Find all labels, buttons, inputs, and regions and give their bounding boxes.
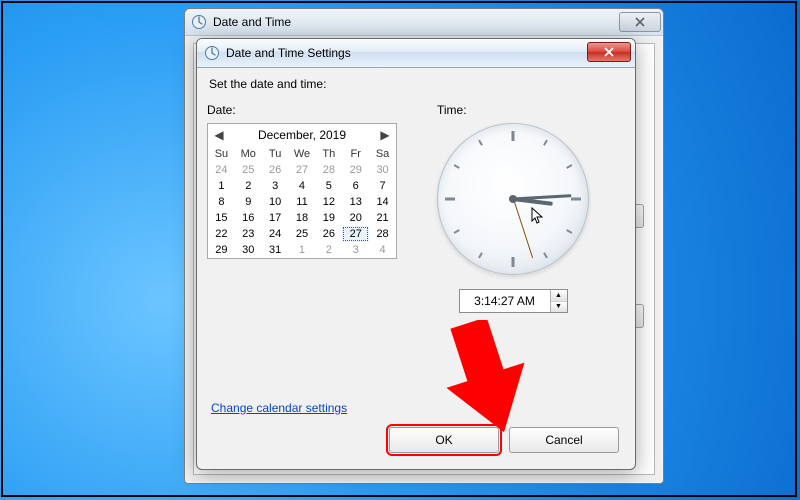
calendar-day[interactable]: 18 <box>289 210 316 226</box>
calendar-day: 27 <box>289 162 316 178</box>
calendar-day[interactable]: 27 <box>342 226 369 242</box>
cancel-button-label: Cancel <box>545 433 582 447</box>
calendar-day[interactable]: 6 <box>342 178 369 194</box>
dialog-button-row: OK Cancel <box>389 427 619 453</box>
analog-clock <box>437 123 589 275</box>
calendar-day[interactable]: 5 <box>315 178 342 194</box>
date-label: Date: <box>207 103 397 117</box>
window-title: Date and Time <box>213 15 291 29</box>
calendar-day[interactable]: 21 <box>369 210 396 226</box>
close-button[interactable] <box>587 42 631 62</box>
date-and-time-settings-dialog: Date and Time Settings Set the date and … <box>196 38 636 470</box>
calendar-day[interactable]: 29 <box>208 242 235 258</box>
calendar-day: 4 <box>369 242 396 258</box>
desktop-background: Date and Time Date and Time Settings Set… <box>0 0 800 500</box>
close-button[interactable] <box>619 12 661 32</box>
calendar-day[interactable]: 3 <box>262 178 289 194</box>
calendar-day: 26 <box>262 162 289 178</box>
calendar[interactable]: ◀ December, 2019 ▶ SuMoTuWeThFrSa2425262… <box>207 123 397 259</box>
calendar-day[interactable]: 22 <box>208 226 235 242</box>
calendar-dow: Tu <box>262 146 289 162</box>
calendar-grid: SuMoTuWeThFrSa24252627282930123456789101… <box>208 146 396 258</box>
calendar-dow: We <box>289 146 316 162</box>
calendar-day[interactable]: 19 <box>315 210 342 226</box>
calendar-day[interactable]: 26 <box>315 226 342 242</box>
calendar-day[interactable]: 28 <box>369 226 396 242</box>
calendar-day[interactable]: 8 <box>208 194 235 210</box>
time-label: Time: <box>437 103 589 117</box>
date-section: Date: ◀ December, 2019 ▶ SuMoTuWeThFrSa2… <box>207 103 397 313</box>
calendar-day[interactable]: 30 <box>235 242 262 258</box>
calendar-month-title[interactable]: December, 2019 <box>258 128 346 142</box>
calendar-dow: Th <box>315 146 342 162</box>
calendar-day[interactable]: 7 <box>369 178 396 194</box>
calendar-day: 24 <box>208 162 235 178</box>
calendar-day: 29 <box>342 162 369 178</box>
ok-button[interactable]: OK <box>389 427 499 453</box>
time-input[interactable] <box>460 290 550 312</box>
change-calendar-settings-link[interactable]: Change calendar settings <box>211 401 347 415</box>
calendar-dow: Sa <box>369 146 396 162</box>
calendar-day[interactable]: 20 <box>342 210 369 226</box>
datetime-icon <box>204 45 220 61</box>
calendar-dow: Fr <box>342 146 369 162</box>
instruction-text: Set the date and time: <box>209 77 625 91</box>
calendar-day[interactable]: 24 <box>262 226 289 242</box>
calendar-day: 30 <box>369 162 396 178</box>
calendar-day[interactable]: 14 <box>369 194 396 210</box>
calendar-day[interactable]: 12 <box>315 194 342 210</box>
calendar-day[interactable]: 16 <box>235 210 262 226</box>
calendar-day: 1 <box>289 242 316 258</box>
calendar-day[interactable]: 10 <box>262 194 289 210</box>
calendar-day[interactable]: 11 <box>289 194 316 210</box>
calendar-day[interactable]: 15 <box>208 210 235 226</box>
calendar-day[interactable]: 1 <box>208 178 235 194</box>
calendar-dow: Su <box>208 146 235 162</box>
calendar-prev-icon[interactable]: ◀ <box>212 128 226 142</box>
dialog-titlebar[interactable]: Date and Time Settings <box>197 39 635 68</box>
cancel-button[interactable]: Cancel <box>509 427 619 453</box>
calendar-day: 3 <box>342 242 369 258</box>
calendar-next-icon[interactable]: ▶ <box>378 128 392 142</box>
time-section: Time: <box>437 103 589 313</box>
time-spinner[interactable]: ▲ ▼ <box>459 289 568 313</box>
calendar-day[interactable]: 17 <box>262 210 289 226</box>
datetime-icon <box>191 14 207 30</box>
calendar-dow: Mo <box>235 146 262 162</box>
calendar-day[interactable]: 23 <box>235 226 262 242</box>
clock-center-pin <box>509 195 517 203</box>
calendar-day[interactable]: 25 <box>289 226 316 242</box>
calendar-day[interactable]: 4 <box>289 178 316 194</box>
calendar-day[interactable]: 31 <box>262 242 289 258</box>
dialog-body: Set the date and time: Date: ◀ December,… <box>207 75 625 459</box>
dialog-title: Date and Time Settings <box>226 46 351 60</box>
time-spin-up-icon[interactable]: ▲ <box>551 290 567 302</box>
calendar-day: 28 <box>315 162 342 178</box>
titlebar[interactable]: Date and Time <box>185 9 663 36</box>
calendar-day[interactable]: 2 <box>235 178 262 194</box>
calendar-day[interactable]: 9 <box>235 194 262 210</box>
calendar-day[interactable]: 13 <box>342 194 369 210</box>
calendar-day: 25 <box>235 162 262 178</box>
calendar-day: 2 <box>315 242 342 258</box>
time-spin-down-icon[interactable]: ▼ <box>551 302 567 313</box>
ok-button-label: OK <box>435 433 452 447</box>
